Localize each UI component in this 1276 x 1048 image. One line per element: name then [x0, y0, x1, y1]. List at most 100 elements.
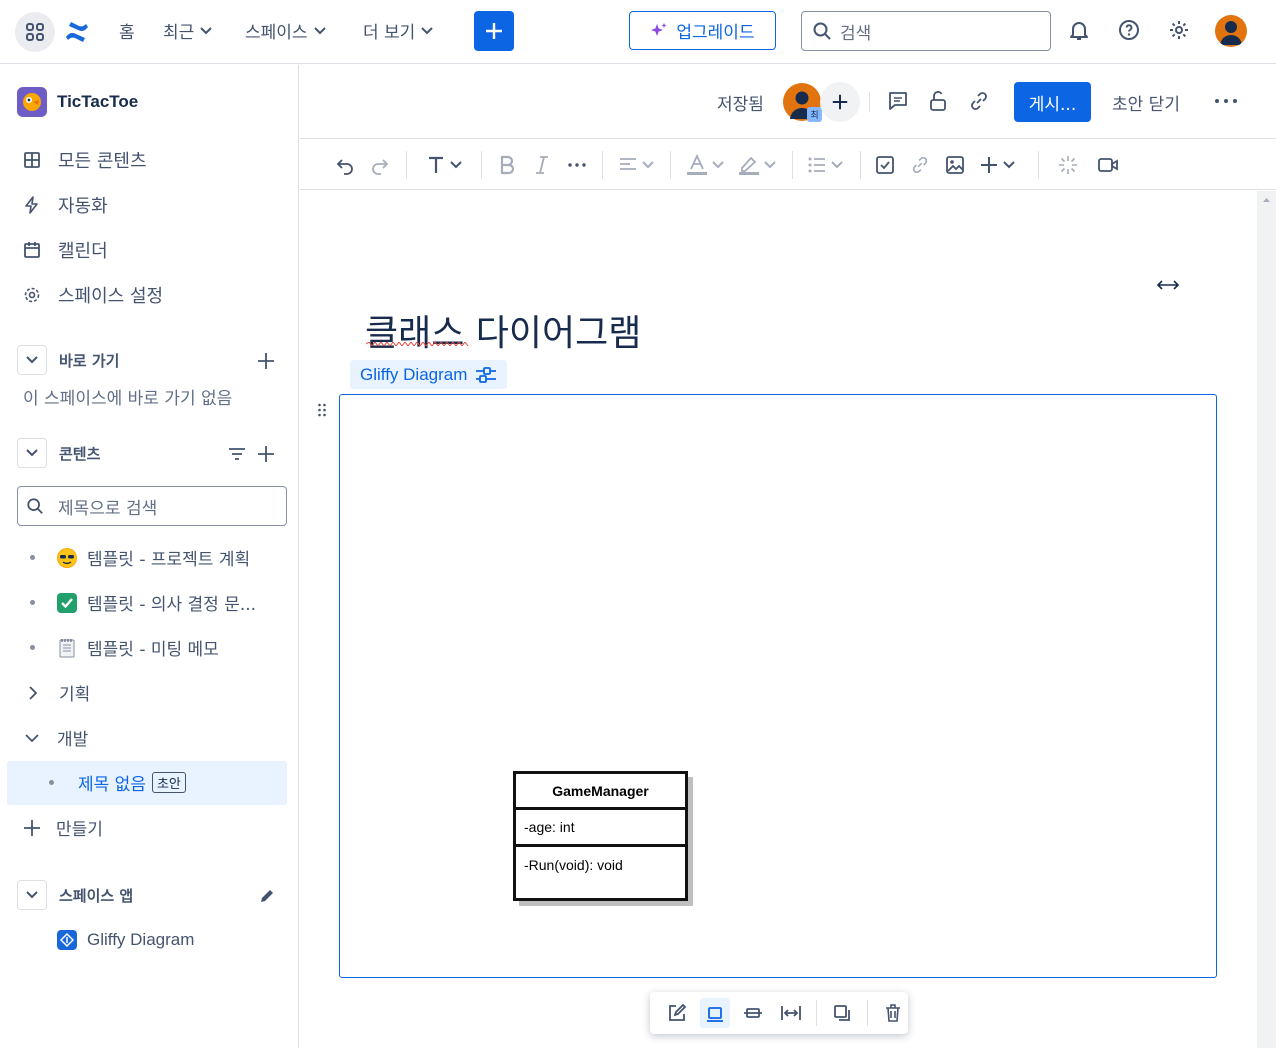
sparkle-burst-icon: [1059, 156, 1077, 174]
delete-button[interactable]: [878, 998, 908, 1028]
text-color-dropdown[interactable]: [686, 152, 724, 178]
nav-more[interactable]: 더 보기: [363, 18, 434, 43]
nav-home[interactable]: 홈: [119, 18, 135, 43]
tree-item-planning[interactable]: 기획: [27, 680, 90, 705]
create-button-sidebar[interactable]: 만들기: [22, 815, 103, 840]
filter-icon: [229, 448, 245, 460]
collaborator-avatar[interactable]: 최: [783, 83, 822, 122]
width-toggle-button[interactable]: [1157, 278, 1179, 292]
highlight-dropdown[interactable]: [738, 152, 776, 178]
app-switcher-button[interactable]: [15, 12, 55, 52]
toolbar-divider: [1038, 151, 1039, 179]
invite-button[interactable]: [820, 82, 860, 122]
scrollbar[interactable]: [1257, 191, 1276, 1048]
video-button[interactable]: [1097, 152, 1119, 178]
image-icon: [946, 156, 964, 174]
help-button[interactable]: [1115, 16, 1143, 44]
nav-spaces[interactable]: 스페이스: [245, 18, 326, 43]
link-icon: [912, 156, 928, 174]
more-formatting-button[interactable]: [567, 152, 587, 178]
uml-attribute: -age: int: [516, 810, 685, 847]
restrictions-button[interactable]: [928, 90, 948, 112]
edit-diagram-button[interactable]: [662, 998, 692, 1028]
layout-full-width-button[interactable]: [776, 998, 806, 1028]
nav-recent[interactable]: 최근: [163, 18, 212, 43]
image-button[interactable]: [945, 152, 965, 178]
alignment-dropdown[interactable]: [618, 152, 654, 178]
tree-item-untitled[interactable]: 제목 없음 초안: [49, 770, 186, 795]
tree-item-development[interactable]: 개발: [25, 725, 88, 750]
tree-item-label: 템플릿 - 미팅 메모: [87, 640, 219, 660]
search-input[interactable]: 검색: [801, 11, 1051, 51]
toolbar-divider: [670, 151, 671, 179]
float-bar-divider: [816, 1000, 817, 1026]
copy-button[interactable]: [827, 998, 857, 1028]
comment-button[interactable]: [887, 90, 909, 112]
link-button[interactable]: [910, 152, 930, 178]
copy-link-button[interactable]: [968, 90, 990, 112]
gliffy-macro-label[interactable]: Gliffy Diagram: [350, 360, 508, 389]
more-actions-button[interactable]: [1214, 98, 1238, 104]
chevron-right-icon[interactable]: [27, 685, 39, 700]
sidebar-item-all-content[interactable]: 모든 콘텐츠: [22, 147, 147, 173]
user-avatar[interactable]: [1215, 15, 1247, 47]
chevron-down-icon: [1003, 161, 1015, 169]
calendar-icon: [22, 240, 42, 260]
layout-wide-button[interactable]: [738, 998, 768, 1028]
confluence-logo-icon[interactable]: [64, 20, 90, 44]
space-apps-collapse-button[interactable]: [17, 880, 47, 910]
sidebar-item-space-settings[interactable]: 스페이스 설정: [22, 282, 163, 308]
undo-button[interactable]: [335, 152, 355, 178]
highlighter-icon: [739, 156, 759, 175]
page-title[interactable]: 클래스 다이어그램: [365, 304, 641, 356]
notifications-button[interactable]: [1065, 16, 1093, 44]
list-dropdown[interactable]: [807, 152, 843, 178]
tree-item-project-plan[interactable]: 템플릿 - 프로젝트 계획: [30, 545, 250, 570]
bold-button[interactable]: [498, 152, 516, 178]
sunglasses-emoji-icon: [57, 547, 77, 568]
layout-center-button[interactable]: [700, 998, 730, 1028]
app-item-gliffy[interactable]: Gliffy Diagram: [57, 930, 194, 950]
upgrade-label: 업그레이드: [676, 23, 755, 43]
edit-apps-button[interactable]: [259, 888, 275, 904]
tree-item-decision[interactable]: 템플릿 - 의사 결정 문...: [30, 590, 256, 615]
publish-button[interactable]: 게시...: [1014, 82, 1091, 122]
settings-button[interactable]: [1165, 16, 1193, 44]
create-button[interactable]: [474, 11, 514, 51]
sidebar-item-label: 캘린더: [58, 241, 108, 262]
sidebar-item-label: 자동화: [58, 196, 108, 217]
toolbar-divider: [792, 151, 793, 179]
link-icon: [971, 92, 987, 110]
ai-button[interactable]: [1058, 152, 1078, 178]
content-collapse-button[interactable]: [17, 438, 47, 468]
italic-button[interactable]: [534, 152, 550, 178]
shortcuts-collapse-button[interactable]: [17, 345, 47, 375]
redo-button[interactable]: [370, 152, 390, 178]
space-header[interactable]: TicTacToe: [17, 87, 138, 117]
task-button[interactable]: [875, 152, 895, 178]
align-left-icon: [620, 158, 636, 170]
space-logo-icon: [17, 87, 47, 117]
text-style-dropdown[interactable]: [426, 152, 462, 178]
tree-item-meeting-notes[interactable]: 템플릿 - 미팅 메모: [30, 635, 219, 660]
title-search-input[interactable]: 제목으로 검색: [17, 486, 287, 526]
tree-item-label: 기획: [59, 685, 91, 705]
chevron-down-icon[interactable]: [25, 732, 39, 744]
text-color-icon: [687, 154, 707, 175]
filter-button[interactable]: [228, 445, 246, 463]
uml-class-box[interactable]: GameManager -age: int -Run(void): void: [513, 771, 688, 901]
bell-icon: [1070, 22, 1088, 40]
sidebar-item-automation[interactable]: 자동화: [22, 192, 108, 218]
sidebar-item-calendar[interactable]: 캘린더: [22, 237, 108, 263]
add-content-button[interactable]: [256, 444, 276, 464]
add-shortcut-button[interactable]: [256, 351, 276, 371]
scroll-up-arrow-icon: [1263, 198, 1270, 202]
drag-handle-icon[interactable]: [317, 403, 327, 417]
upgrade-button[interactable]: 업그레이드: [629, 11, 776, 50]
toolbar-divider: [860, 151, 861, 179]
plus-icon: [832, 94, 848, 110]
gliffy-diagram-frame[interactable]: [339, 394, 1217, 978]
insert-dropdown[interactable]: [979, 152, 1015, 178]
chevron-down-icon: [313, 26, 326, 34]
close-draft-button[interactable]: 초안 닫기: [1112, 90, 1180, 115]
